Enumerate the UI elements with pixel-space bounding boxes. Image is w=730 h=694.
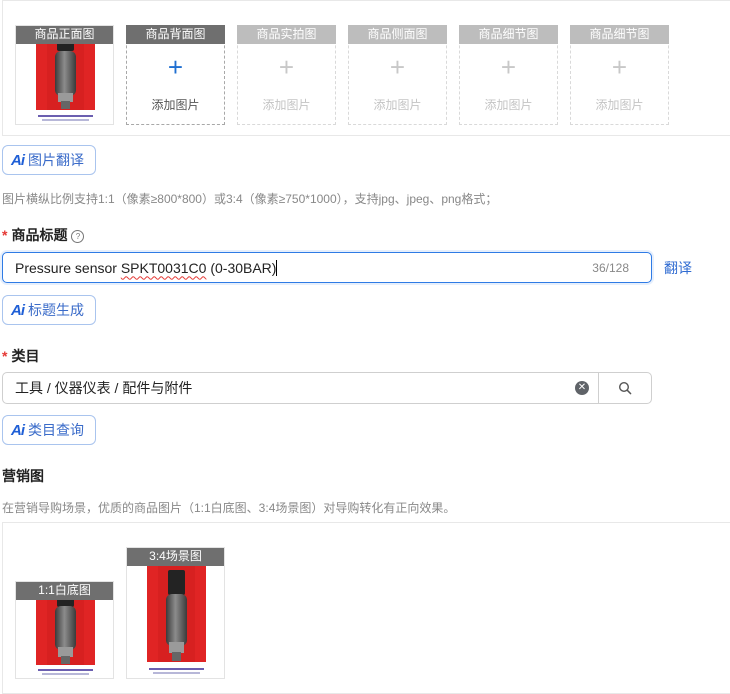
help-icon[interactable]: ? (71, 230, 85, 243)
marketing-images-label: 营销图 (2, 468, 44, 484)
image-slot-real-shot[interactable]: 商品实拍图 + 添加图片 (237, 25, 336, 125)
ai-button-label: 标题生成 (28, 302, 84, 318)
ai-icon: Ai (11, 151, 25, 169)
ai-icon: Ai (11, 301, 25, 319)
marketing-image-square[interactable]: 1:1白底图 (15, 581, 114, 679)
required-mark: * (2, 348, 8, 364)
title-field-label: * 商品标题? (2, 225, 85, 245)
title-text-rest: (0-30BAR) (206, 259, 277, 276)
category-field-label: * 类目 (2, 346, 39, 366)
image-slot-side[interactable]: 商品侧面图 + 添加图片 (348, 25, 447, 125)
marketing-image-portrait[interactable]: 3:4场景图 (126, 547, 225, 679)
image-slot-label: 商品侧面图 (348, 25, 447, 44)
image-slot-label: 商品实拍图 (237, 25, 336, 44)
image-slot-front[interactable]: 商品正面图 (15, 25, 114, 125)
plus-icon: + (389, 52, 406, 82)
search-icon (618, 381, 632, 395)
image-slot-label: 商品正面图 (16, 26, 113, 44)
image-slot-detail-2[interactable]: 商品细节图 + 添加图片 (570, 25, 669, 125)
title-text-plain: Pressure sensor (15, 259, 121, 276)
plus-icon: + (167, 52, 184, 82)
category-label-text: 类目 (11, 348, 40, 364)
title-input-value: Pressure sensor SPKT0031C0 (0-30BAR) (15, 259, 592, 276)
marketing-image-label: 3:4场景图 (127, 548, 224, 566)
image-slot-back[interactable]: 商品背面图 + 添加图片 (126, 25, 225, 125)
category-select[interactable]: 工具 / 仪器仪表 / 配件与附件 ✕ (2, 372, 652, 404)
title-text-misspelled: SPKT0031C0 (120, 259, 207, 276)
ai-button-label: 图片翻译 (28, 152, 84, 168)
add-image-text: 添加图片 (373, 98, 422, 112)
clear-icon[interactable]: ✕ (575, 381, 589, 395)
ai-title-generate-button[interactable]: Ai 标题生成 (2, 295, 96, 325)
ai-icon: Ai (11, 421, 25, 439)
plus-icon: + (500, 52, 517, 82)
text-caret (276, 259, 278, 276)
marketing-image-area: 1:1白底图 3:4场景图 (2, 522, 730, 694)
product-photo-portrait (147, 566, 206, 678)
add-image-text: 添加图片 (595, 98, 644, 112)
add-image-text: 添加图片 (484, 98, 533, 112)
ai-button-label: 类目查询 (28, 422, 84, 438)
image-format-hint: 图片横纵比例支持1:1（像素≥800*800）或3:4（像素≥750*1000）… (2, 192, 498, 206)
product-image-strip: 商品正面图 商品背面图 + 添加图片 商品实拍图 + 添加图片 商品侧面图 + … (2, 0, 730, 136)
image-slot-label: 商品细节图 (459, 25, 558, 44)
title-char-counter: 36/128 (592, 260, 629, 275)
category-search-button[interactable] (598, 373, 651, 403)
add-image-text: 添加图片 (151, 98, 200, 112)
marketing-image-label: 1:1白底图 (16, 582, 113, 600)
category-value: 工具 / 仪器仪表 / 配件与附件 (15, 380, 193, 396)
ai-image-translate-button[interactable]: Ai 图片翻译 (2, 145, 96, 175)
product-title-input[interactable]: Pressure sensor SPKT0031C0 (0-30BAR) 36/… (2, 252, 652, 283)
image-slot-label: 商品细节图 (570, 25, 669, 44)
image-slot-label: 商品背面图 (126, 25, 225, 44)
ai-category-query-button[interactable]: Ai 类目查询 (2, 415, 96, 445)
marketing-images-hint: 在营销导购场景，优质的商品图片（1:1白底图、3:4场景图）对导购转化有正向效果… (2, 501, 456, 515)
image-slot-detail-1[interactable]: 商品细节图 + 添加图片 (459, 25, 558, 125)
title-label-text: 商品标题 (11, 227, 68, 243)
title-translate-link[interactable]: 翻译 (664, 258, 692, 278)
add-image-text: 添加图片 (262, 98, 311, 112)
plus-icon: + (278, 52, 295, 82)
plus-icon: + (611, 52, 628, 82)
required-mark: * (2, 227, 8, 243)
